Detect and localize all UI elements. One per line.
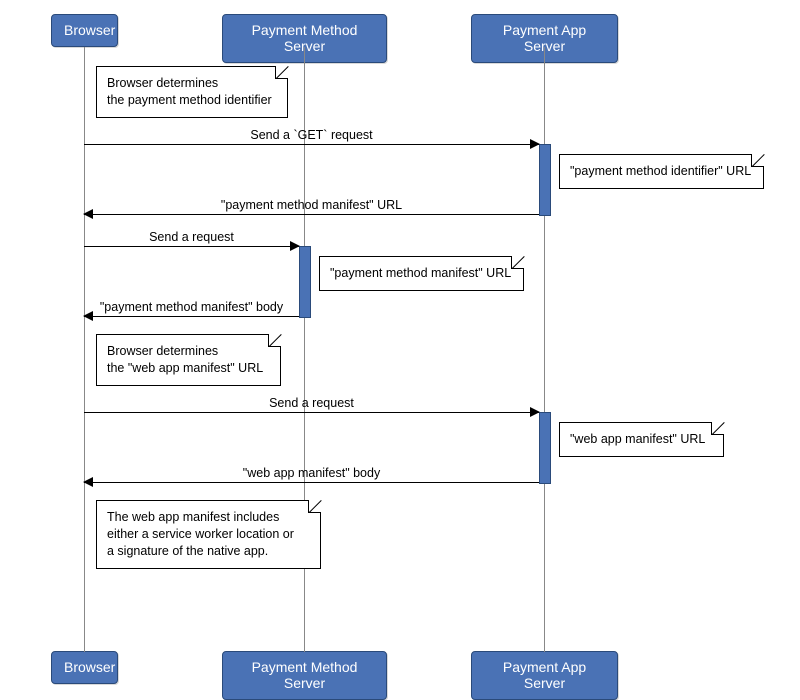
sequence-diagram: Browser Payment Method Server Payment Ap… bbox=[14, 14, 786, 684]
msg-send-request-pas: Send a request bbox=[84, 412, 539, 413]
note-browser-determines-pmi: Browser determines the payment method id… bbox=[96, 66, 288, 118]
activation-pms-1 bbox=[299, 246, 311, 318]
msg-send-request-pms: Send a request bbox=[84, 246, 299, 247]
note-pmi-url: "payment method identifier" URL bbox=[559, 154, 764, 189]
note-line: Browser determines bbox=[107, 76, 218, 90]
note-line: the "web app manifest" URL bbox=[107, 361, 263, 375]
note-wam-includes: The web app manifest includes either a s… bbox=[96, 500, 321, 569]
note-line: either a service worker location or bbox=[107, 527, 294, 541]
msg-wam-body: "web app manifest" body bbox=[84, 482, 539, 483]
participant-browser-bottom: Browser bbox=[51, 651, 118, 684]
message-label: Send a request bbox=[84, 230, 299, 244]
message-label: "payment method manifest" body bbox=[84, 300, 299, 314]
participant-label: Browser bbox=[64, 22, 115, 38]
note-browser-determines-wam: Browser determines the "web app manifest… bbox=[96, 334, 281, 386]
msg-get-request: Send a `GET` request bbox=[84, 144, 539, 145]
message-label: "payment method manifest" URL bbox=[84, 198, 539, 212]
participant-browser-top: Browser bbox=[51, 14, 118, 47]
note-wam-url: "web app manifest" URL bbox=[559, 422, 724, 457]
participant-pms-bottom: Payment Method Server bbox=[222, 651, 387, 700]
note-line: "payment method manifest" URL bbox=[330, 266, 511, 280]
message-label: Send a request bbox=[84, 396, 539, 410]
msg-pmm-body: "payment method manifest" body bbox=[84, 316, 299, 317]
note-line: "web app manifest" URL bbox=[570, 432, 705, 446]
participant-label: Payment Method Server bbox=[252, 659, 358, 691]
note-line: Browser determines bbox=[107, 344, 218, 358]
participant-pas-bottom: Payment App Server bbox=[471, 651, 618, 700]
note-line: a signature of the native app. bbox=[107, 544, 268, 558]
note-line: "payment method identifier" URL bbox=[570, 164, 751, 178]
message-label: "web app manifest" body bbox=[84, 466, 539, 480]
note-line: The web app manifest includes bbox=[107, 510, 279, 524]
msg-pmm-url: "payment method manifest" URL bbox=[84, 214, 539, 215]
lifeline-pas bbox=[544, 47, 545, 652]
participant-label: Payment App Server bbox=[503, 659, 586, 691]
activation-pas-2 bbox=[539, 412, 551, 484]
participant-label: Browser bbox=[64, 659, 115, 675]
activation-pas-1 bbox=[539, 144, 551, 216]
note-line: the payment method identifier bbox=[107, 93, 272, 107]
message-label: Send a `GET` request bbox=[84, 128, 539, 142]
note-pmm-url: "payment method manifest" URL bbox=[319, 256, 524, 291]
